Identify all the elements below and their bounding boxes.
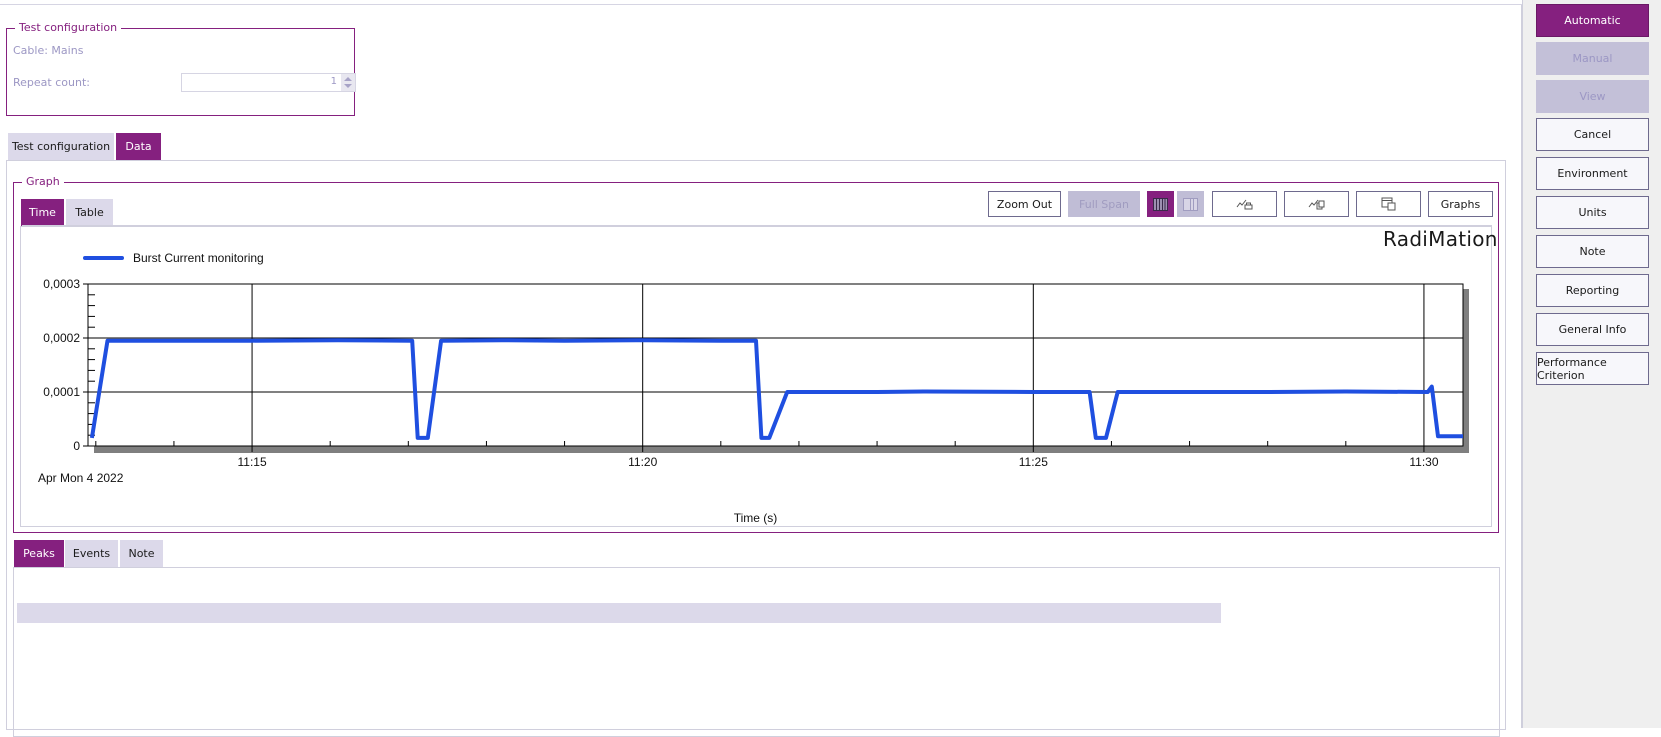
column-grid-toggle-button[interactable] [1177,191,1204,217]
tab-peaks[interactable]: Peaks [14,540,64,567]
peaks-table-header [17,603,1221,623]
repeat-count-label: Repeat count: [13,76,90,89]
side-button-label: Automatic [1564,14,1620,27]
graphs-label: Graphs [1441,198,1480,211]
side-button-label: View [1579,90,1605,103]
tab-label: Data [125,140,151,153]
column-grid-icon [1183,198,1198,211]
legend-label: Burst Current monitoring [133,251,264,265]
side-button-label: Note [1579,245,1605,258]
side-button-units[interactable]: Units [1536,196,1649,229]
tab-label: Test configuration [12,140,110,153]
side-button-manual[interactable]: Manual [1536,42,1649,75]
top-border [0,0,1522,5]
y-tick-label: 0,0003 [43,277,80,291]
y-tick-label: 0 [73,439,80,453]
vertical-grid-toggle-button[interactable] [1147,191,1174,217]
side-button-label: Cancel [1574,128,1611,141]
tab-test-configuration[interactable]: Test configuration [8,133,114,160]
side-button-label: Manual [1573,52,1613,65]
x-axis-label: Time (s) [734,511,778,525]
radimation-logo: RadiMation [1383,227,1498,251]
side-button-general-info[interactable]: General Info [1536,313,1649,346]
zoom-out-button[interactable]: Zoom Out [988,191,1061,217]
side-button-label: Environment [1557,167,1627,180]
side-button-label: Units [1578,206,1606,219]
toolbar-divider [22,225,1492,226]
side-button-automatic[interactable]: Automatic [1536,4,1649,37]
side-button-note[interactable]: Note [1536,235,1649,268]
full-span-button[interactable]: Full Span [1068,191,1140,217]
y-tick-label: 0,0001 [43,385,80,399]
graph-copy-icon [1308,198,1326,211]
copy-window-button[interactable] [1356,191,1421,217]
window-copy-icon [1381,197,1397,211]
spinner-buttons[interactable] [341,74,355,91]
test-configuration-group: Test configuration Cable: Mains Repeat c… [6,28,355,116]
full-span-label: Full Span [1079,198,1129,211]
side-button-label: Reporting [1566,284,1619,297]
tab-time[interactable]: Time [21,199,64,226]
time-chart[interactable]: 0 0,0001 0,0002 0,0003 11:15 11:20 11:25 11:30 A… [20,250,1492,526]
side-button-label: Performance Criterion [1537,356,1648,382]
spin-down-icon[interactable] [344,84,352,88]
repeat-count-spinner[interactable]: 1 [181,73,356,92]
graph-print-icon [1236,198,1254,211]
spin-up-icon[interactable] [344,77,352,81]
x-tick-label: 11:30 [1409,455,1438,469]
x-tick-label: 11:25 [1019,455,1048,469]
tab-label: Time [29,206,56,219]
tab-label: Note [128,547,154,560]
peaks-panel [13,567,1500,737]
vertical-grid-icon [1153,198,1168,211]
date-label: Apr Mon 4 2022 [38,471,124,485]
copy-graph-button[interactable] [1284,191,1349,217]
repeat-count-value: 1 [331,76,337,87]
graphs-button[interactable]: Graphs [1428,191,1493,217]
tab-note[interactable]: Note [120,540,163,567]
zoom-out-label: Zoom Out [997,198,1052,211]
side-button-view[interactable]: View [1536,80,1649,113]
tab-label: Table [75,206,103,219]
tab-label: Events [73,547,110,560]
side-button-environment[interactable]: Environment [1536,157,1649,190]
print-graph-button[interactable] [1212,191,1277,217]
cable-label: Cable: Mains [13,44,83,57]
side-button-performance-criterion[interactable]: Performance Criterion [1536,352,1649,385]
x-tick-label: 11:20 [628,455,657,469]
side-button-cancel[interactable]: Cancel [1536,118,1649,151]
tab-label: Peaks [23,547,55,560]
test-configuration-group-title: Test configuration [15,21,121,35]
tab-data[interactable]: Data [116,133,161,160]
graph-group-title: Graph [22,175,64,189]
tab-table[interactable]: Table [66,199,113,226]
y-tick-label: 0,0002 [43,331,80,345]
x-tick-label: 11:15 [237,455,266,469]
tab-events[interactable]: Events [65,540,118,567]
side-button-reporting[interactable]: Reporting [1536,274,1649,307]
side-button-label: General Info [1559,323,1627,336]
